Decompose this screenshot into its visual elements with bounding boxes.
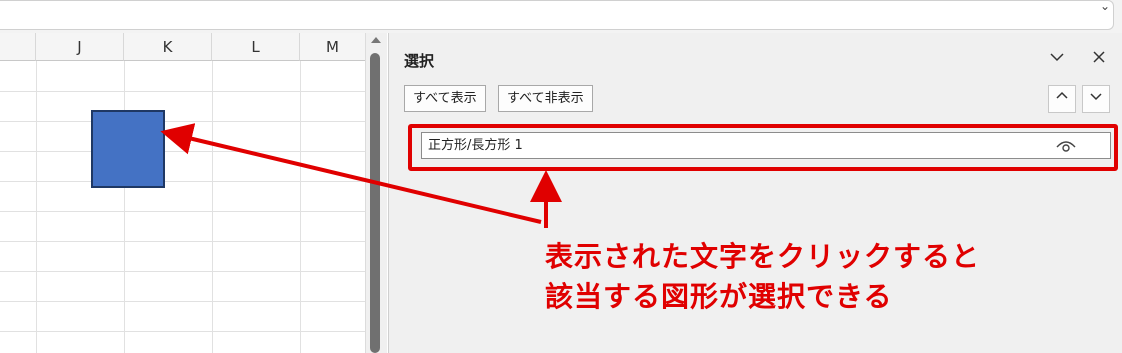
expand-formula-bar-chevron-icon[interactable]: ⌄ — [1097, 0, 1113, 17]
send-backward-button[interactable] — [1082, 85, 1110, 113]
chevron-down-icon — [1090, 93, 1102, 101]
pane-title: 選択 — [404, 52, 435, 70]
gridline — [0, 241, 365, 242]
gridline — [36, 61, 37, 353]
scrollbar-thumb[interactable] — [370, 53, 380, 353]
formula-bar-area: ⌄ — [0, 0, 1122, 33]
close-icon[interactable] — [1089, 47, 1109, 67]
show-all-button[interactable]: すべて表示 — [404, 85, 486, 112]
bring-forward-button[interactable] — [1048, 85, 1076, 113]
worksheet-grid[interactable]: J K L M — [0, 33, 365, 353]
gridline — [124, 61, 125, 353]
annotation-text-line2: 該当する図形が選択できる — [545, 280, 893, 313]
column-header-partial[interactable] — [0, 33, 36, 61]
hide-all-button[interactable]: すべて非表示 — [498, 85, 593, 112]
gridline — [0, 301, 365, 302]
gridline — [0, 121, 365, 122]
gridline — [0, 91, 365, 92]
formula-bar-input[interactable] — [0, 0, 1114, 30]
gridline — [0, 211, 365, 212]
gridline — [212, 61, 213, 353]
gridline — [0, 151, 365, 152]
annotation-highlight-box — [408, 124, 1118, 171]
gridline — [300, 61, 301, 353]
chevron-up-icon — [1056, 91, 1068, 99]
vertical-scrollbar[interactable] — [365, 33, 387, 353]
gridline — [0, 271, 365, 272]
column-header-m[interactable]: M — [300, 33, 365, 61]
gridline — [0, 331, 365, 332]
annotation-text-line1: 表示された文字をクリックすると — [545, 240, 981, 273]
scroll-up-arrow-icon[interactable] — [371, 37, 381, 43]
gridline — [0, 181, 365, 182]
column-header-l[interactable]: L — [212, 33, 300, 61]
blue-rectangle-shape[interactable] — [91, 110, 165, 188]
pane-options-chevron-icon[interactable] — [1047, 47, 1067, 67]
column-header-k[interactable]: K — [124, 33, 212, 61]
column-header-j[interactable]: J — [36, 33, 124, 61]
